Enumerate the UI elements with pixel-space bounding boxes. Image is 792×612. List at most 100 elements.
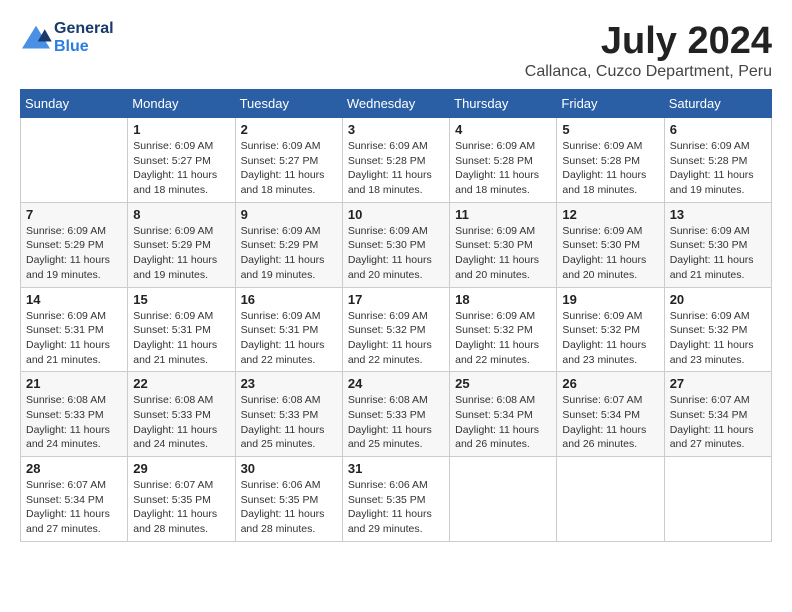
day-number: 21 — [26, 376, 122, 391]
table-row: 22 Sunrise: 6:08 AMSunset: 5:33 PMDaylig… — [128, 372, 235, 457]
table-row: 13 Sunrise: 6:09 AMSunset: 5:30 PMDaylig… — [664, 202, 771, 287]
table-row: 17 Sunrise: 6:09 AMSunset: 5:32 PMDaylig… — [342, 287, 449, 372]
table-row: 25 Sunrise: 6:08 AMSunset: 5:34 PMDaylig… — [450, 372, 557, 457]
logo-icon — [20, 24, 52, 52]
table-row: 11 Sunrise: 6:09 AMSunset: 5:30 PMDaylig… — [450, 202, 557, 287]
day-detail: Sunrise: 6:09 AMSunset: 5:28 PMDaylight:… — [562, 140, 646, 196]
day-number: 26 — [562, 376, 658, 391]
calendar-week-4: 28 Sunrise: 6:07 AMSunset: 5:34 PMDaylig… — [21, 457, 772, 542]
header: General Blue July 2024 Callanca, Cuzco D… — [20, 20, 772, 81]
table-row: 9 Sunrise: 6:09 AMSunset: 5:29 PMDayligh… — [235, 202, 342, 287]
table-row: 18 Sunrise: 6:09 AMSunset: 5:32 PMDaylig… — [450, 287, 557, 372]
day-number: 15 — [133, 292, 229, 307]
table-row: 1 Sunrise: 6:09 AMSunset: 5:27 PMDayligh… — [128, 118, 235, 203]
col-monday: Monday — [128, 90, 235, 118]
col-thursday: Thursday — [450, 90, 557, 118]
day-detail: Sunrise: 6:06 AMSunset: 5:35 PMDaylight:… — [348, 479, 432, 535]
day-number: 29 — [133, 461, 229, 476]
day-detail: Sunrise: 6:09 AMSunset: 5:32 PMDaylight:… — [455, 310, 539, 366]
day-number: 2 — [241, 122, 337, 137]
col-tuesday: Tuesday — [235, 90, 342, 118]
day-number: 3 — [348, 122, 444, 137]
day-detail: Sunrise: 6:08 AMSunset: 5:33 PMDaylight:… — [348, 394, 432, 450]
day-number: 16 — [241, 292, 337, 307]
day-detail: Sunrise: 6:08 AMSunset: 5:34 PMDaylight:… — [455, 394, 539, 450]
day-number: 20 — [670, 292, 766, 307]
table-row: 5 Sunrise: 6:09 AMSunset: 5:28 PMDayligh… — [557, 118, 664, 203]
table-row: 29 Sunrise: 6:07 AMSunset: 5:35 PMDaylig… — [128, 457, 235, 542]
day-number: 18 — [455, 292, 551, 307]
table-row: 7 Sunrise: 6:09 AMSunset: 5:29 PMDayligh… — [21, 202, 128, 287]
day-detail: Sunrise: 6:09 AMSunset: 5:29 PMDaylight:… — [133, 225, 217, 281]
day-number: 17 — [348, 292, 444, 307]
day-detail: Sunrise: 6:09 AMSunset: 5:29 PMDaylight:… — [26, 225, 110, 281]
day-detail: Sunrise: 6:07 AMSunset: 5:35 PMDaylight:… — [133, 479, 217, 535]
table-row: 2 Sunrise: 6:09 AMSunset: 5:27 PMDayligh… — [235, 118, 342, 203]
table-row: 30 Sunrise: 6:06 AMSunset: 5:35 PMDaylig… — [235, 457, 342, 542]
page-container: General Blue July 2024 Callanca, Cuzco D… — [0, 0, 792, 552]
table-row: 6 Sunrise: 6:09 AMSunset: 5:28 PMDayligh… — [664, 118, 771, 203]
day-number: 30 — [241, 461, 337, 476]
col-saturday: Saturday — [664, 90, 771, 118]
day-detail: Sunrise: 6:09 AMSunset: 5:30 PMDaylight:… — [670, 225, 754, 281]
day-detail: Sunrise: 6:09 AMSunset: 5:28 PMDaylight:… — [348, 140, 432, 196]
day-detail: Sunrise: 6:09 AMSunset: 5:32 PMDaylight:… — [562, 310, 646, 366]
day-number: 4 — [455, 122, 551, 137]
calendar-week-2: 14 Sunrise: 6:09 AMSunset: 5:31 PMDaylig… — [21, 287, 772, 372]
day-detail: Sunrise: 6:08 AMSunset: 5:33 PMDaylight:… — [241, 394, 325, 450]
table-row: 31 Sunrise: 6:06 AMSunset: 5:35 PMDaylig… — [342, 457, 449, 542]
day-detail: Sunrise: 6:09 AMSunset: 5:28 PMDaylight:… — [670, 140, 754, 196]
day-number: 10 — [348, 207, 444, 222]
day-number: 27 — [670, 376, 766, 391]
day-number: 24 — [348, 376, 444, 391]
day-detail: Sunrise: 6:07 AMSunset: 5:34 PMDaylight:… — [670, 394, 754, 450]
day-number: 7 — [26, 207, 122, 222]
calendar-table: Sunday Monday Tuesday Wednesday Thursday… — [20, 89, 772, 542]
col-friday: Friday — [557, 90, 664, 118]
day-number: 1 — [133, 122, 229, 137]
col-wednesday: Wednesday — [342, 90, 449, 118]
day-number: 25 — [455, 376, 551, 391]
calendar-week-1: 7 Sunrise: 6:09 AMSunset: 5:29 PMDayligh… — [21, 202, 772, 287]
table-row: 16 Sunrise: 6:09 AMSunset: 5:31 PMDaylig… — [235, 287, 342, 372]
day-detail: Sunrise: 6:09 AMSunset: 5:30 PMDaylight:… — [562, 225, 646, 281]
month-title: July 2024 — [525, 20, 772, 63]
day-detail: Sunrise: 6:09 AMSunset: 5:31 PMDaylight:… — [133, 310, 217, 366]
table-row: 26 Sunrise: 6:07 AMSunset: 5:34 PMDaylig… — [557, 372, 664, 457]
day-detail: Sunrise: 6:09 AMSunset: 5:27 PMDaylight:… — [241, 140, 325, 196]
table-row: 14 Sunrise: 6:09 AMSunset: 5:31 PMDaylig… — [21, 287, 128, 372]
table-row: 8 Sunrise: 6:09 AMSunset: 5:29 PMDayligh… — [128, 202, 235, 287]
day-number: 13 — [670, 207, 766, 222]
day-number: 14 — [26, 292, 122, 307]
logo-text: General Blue — [54, 20, 114, 55]
calendar-week-3: 21 Sunrise: 6:08 AMSunset: 5:33 PMDaylig… — [21, 372, 772, 457]
table-row: 4 Sunrise: 6:09 AMSunset: 5:28 PMDayligh… — [450, 118, 557, 203]
table-row: 20 Sunrise: 6:09 AMSunset: 5:32 PMDaylig… — [664, 287, 771, 372]
table-row: 12 Sunrise: 6:09 AMSunset: 5:30 PMDaylig… — [557, 202, 664, 287]
day-detail: Sunrise: 6:09 AMSunset: 5:27 PMDaylight:… — [133, 140, 217, 196]
title-block: July 2024 Callanca, Cuzco Department, Pe… — [525, 20, 772, 81]
day-number: 6 — [670, 122, 766, 137]
day-number: 31 — [348, 461, 444, 476]
day-number: 19 — [562, 292, 658, 307]
location-subtitle: Callanca, Cuzco Department, Peru — [525, 63, 772, 81]
day-number: 28 — [26, 461, 122, 476]
calendar-header-row: Sunday Monday Tuesday Wednesday Thursday… — [21, 90, 772, 118]
day-detail: Sunrise: 6:09 AMSunset: 5:32 PMDaylight:… — [670, 310, 754, 366]
logo: General Blue — [20, 20, 114, 55]
table-row: 19 Sunrise: 6:09 AMSunset: 5:32 PMDaylig… — [557, 287, 664, 372]
table-row: 27 Sunrise: 6:07 AMSunset: 5:34 PMDaylig… — [664, 372, 771, 457]
table-row — [664, 457, 771, 542]
table-row: 21 Sunrise: 6:08 AMSunset: 5:33 PMDaylig… — [21, 372, 128, 457]
day-detail: Sunrise: 6:06 AMSunset: 5:35 PMDaylight:… — [241, 479, 325, 535]
day-detail: Sunrise: 6:09 AMSunset: 5:30 PMDaylight:… — [348, 225, 432, 281]
calendar-week-0: 1 Sunrise: 6:09 AMSunset: 5:27 PMDayligh… — [21, 118, 772, 203]
table-row — [21, 118, 128, 203]
day-detail: Sunrise: 6:08 AMSunset: 5:33 PMDaylight:… — [133, 394, 217, 450]
day-number: 8 — [133, 207, 229, 222]
day-number: 11 — [455, 207, 551, 222]
day-number: 9 — [241, 207, 337, 222]
day-detail: Sunrise: 6:09 AMSunset: 5:30 PMDaylight:… — [455, 225, 539, 281]
table-row: 24 Sunrise: 6:08 AMSunset: 5:33 PMDaylig… — [342, 372, 449, 457]
table-row: 28 Sunrise: 6:07 AMSunset: 5:34 PMDaylig… — [21, 457, 128, 542]
